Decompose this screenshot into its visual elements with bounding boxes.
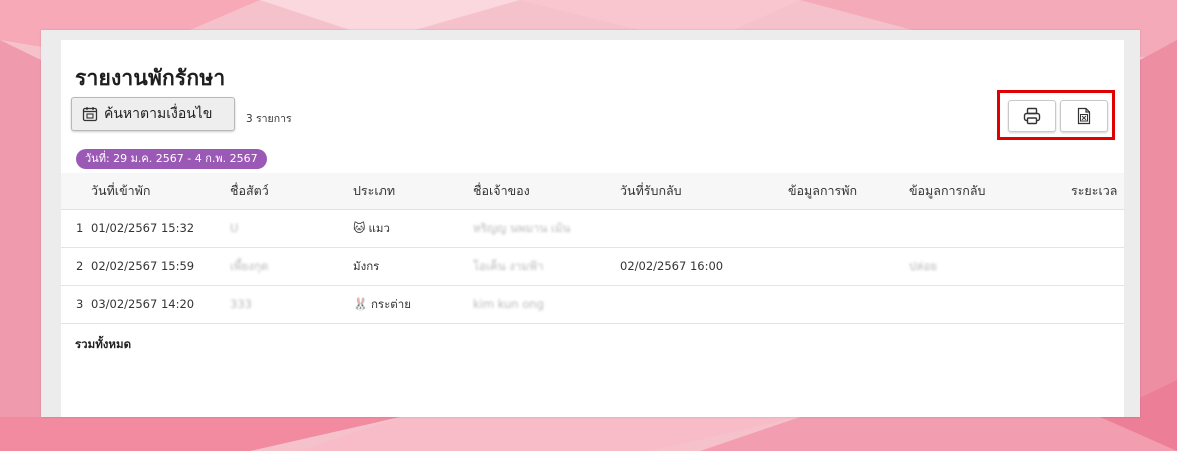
header-pet-name: ชื่อสัตว์ bbox=[230, 183, 269, 198]
header-duration: ระยะเวล bbox=[1071, 183, 1118, 198]
table-row[interactable]: 3 03/02/2567 14:20 333 🐰 กระต่าย kim kun … bbox=[61, 286, 1124, 324]
pet-type: 🐱 แมว bbox=[353, 210, 390, 247]
report-card: รายงานพักรักษา ค้นหาตามเงื่อนไข 3 รายการ… bbox=[61, 40, 1124, 417]
export-excel-button[interactable] bbox=[1060, 100, 1108, 132]
checkin-datetime: 02/02/2567 15:59 bbox=[91, 259, 195, 273]
checkin-datetime: 01/02/2567 15:32 bbox=[91, 221, 195, 235]
search-button-label: ค้นหาตามเงื่อนไข bbox=[104, 106, 213, 122]
record-count: 3 รายการ bbox=[246, 113, 292, 125]
table-row[interactable]: 1 01/02/2567 15:32 U 🐱 แมว หริญญ นพมาน เม… bbox=[61, 210, 1124, 248]
printer-icon bbox=[1023, 107, 1041, 125]
pet-type: มังกร bbox=[353, 248, 379, 285]
export-tools-highlight bbox=[997, 90, 1115, 140]
pet-type-label: กระต่าย bbox=[370, 297, 411, 311]
pet-type-label: มังกร bbox=[353, 259, 380, 273]
boarding-report-table: วันที่เข้าพัก ชื่อสัตว์ ประเภท ชื่อเจ้าข… bbox=[61, 173, 1124, 324]
table-row[interactable]: 2 02/02/2567 15:59 เพี้ยงกุด มังกร โอเค็… bbox=[61, 248, 1124, 286]
owner-name: หริญญ นพมาน เม้น bbox=[473, 221, 571, 235]
search-by-condition-button[interactable]: ค้นหาตามเงื่อนไข bbox=[71, 97, 235, 131]
table-header: วันที่เข้าพัก ชื่อสัตว์ ประเภท ชื่อเจ้าข… bbox=[61, 173, 1124, 210]
calendar-icon bbox=[82, 107, 98, 122]
pet-type-label: แมว bbox=[368, 221, 390, 235]
pickup-datetime: 02/02/2567 16:00 bbox=[620, 259, 724, 273]
pet-name: 333 bbox=[230, 297, 252, 311]
row-number: 3 bbox=[76, 297, 84, 311]
header-checkin: วันที่เข้าพัก bbox=[91, 183, 151, 198]
print-button[interactable] bbox=[1008, 100, 1056, 132]
owner-name: kim kun ong bbox=[473, 297, 544, 311]
pet-name: U bbox=[230, 221, 239, 235]
owner-name: โอเค็น งามฟ้า bbox=[473, 259, 544, 273]
date-range-badge[interactable]: วันที่: 29 ม.ค. 2567 - 4 ก.พ. 2567 bbox=[76, 149, 267, 169]
pet-type: 🐰 กระต่าย bbox=[353, 286, 411, 323]
row-number: 2 bbox=[76, 259, 84, 273]
row-number: 1 bbox=[76, 221, 84, 235]
pet-name: เพี้ยงกุด bbox=[230, 259, 269, 273]
page-title: รายงานพักรักษา bbox=[75, 66, 226, 90]
rabbit-icon: 🐰 bbox=[353, 297, 368, 311]
header-type: ประเภท bbox=[353, 183, 396, 198]
header-owner: ชื่อเจ้าของ bbox=[473, 183, 530, 198]
cat-icon: 🐱 bbox=[353, 221, 366, 235]
header-pickup: วันที่รับกลับ bbox=[620, 183, 682, 198]
total-label: รวมทั้งหมด bbox=[75, 337, 132, 351]
excel-file-icon bbox=[1077, 107, 1091, 125]
checkin-datetime: 03/02/2567 14:20 bbox=[91, 297, 195, 311]
header-stay-info: ข้อมูลการพัก bbox=[788, 183, 858, 198]
return-info: ปล่อย bbox=[909, 259, 937, 273]
header-return-info: ข้อมูลการกลับ bbox=[909, 183, 986, 198]
